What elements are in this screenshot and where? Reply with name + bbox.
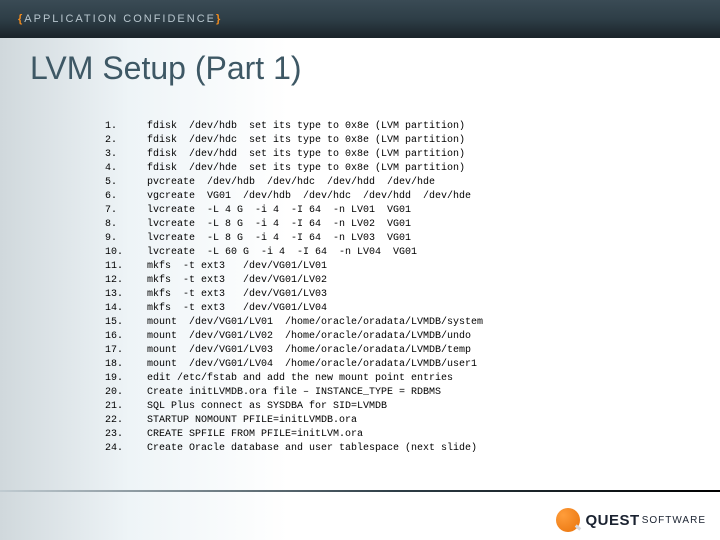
step-text: vgcreate VG01 /dev/hdb /dev/hdc /dev/hdd…: [147, 190, 471, 204]
header-bar: { APPLICATION CONFIDENCE }: [0, 0, 720, 38]
step-line: 9.lvcreate -L 8 G -i 4 -I 64 -n LV03 VG0…: [105, 232, 680, 246]
step-number: 7.: [105, 204, 147, 218]
step-line: 8.lvcreate -L 8 G -i 4 -I 64 -n LV02 VG0…: [105, 218, 680, 232]
step-text: lvcreate -L 4 G -i 4 -I 64 -n LV01 VG01: [147, 204, 411, 218]
step-number: 18.: [105, 358, 147, 372]
brace-close-icon: }: [216, 13, 222, 25]
step-text: SQL Plus connect as SYSDBA for SID=LVMDB: [147, 400, 387, 414]
step-number: 2.: [105, 134, 147, 148]
step-text: mount /dev/VG01/LV04 /home/oracle/oradat…: [147, 358, 477, 372]
step-line: 2.fdisk /dev/hdc set its type to 0x8e (L…: [105, 134, 680, 148]
step-text: mkfs -t ext3 /dev/VG01/LV01: [147, 260, 327, 274]
steps-list: 1.fdisk /dev/hdb set its type to 0x8e (L…: [105, 120, 680, 456]
step-line: 10.lvcreate -L 60 G -i 4 -I 64 -n LV04 V…: [105, 246, 680, 260]
step-text: lvcreate -L 8 G -i 4 -I 64 -n LV03 VG01: [147, 232, 411, 246]
step-number: 8.: [105, 218, 147, 232]
step-text: mount /dev/VG01/LV02 /home/oracle/oradat…: [147, 330, 471, 344]
step-number: 13.: [105, 288, 147, 302]
step-line: 23.CREATE SPFILE FROM PFILE=initLVM.ora: [105, 428, 680, 442]
step-number: 6.: [105, 190, 147, 204]
step-text: lvcreate -L 60 G -i 4 -I 64 -n LV04 VG01: [147, 246, 417, 260]
step-text: lvcreate -L 8 G -i 4 -I 64 -n LV02 VG01: [147, 218, 411, 232]
step-line: 12.mkfs -t ext3 /dev/VG01/LV02: [105, 274, 680, 288]
step-line: 16.mount /dev/VG01/LV02 /home/oracle/ora…: [105, 330, 680, 344]
step-text: mount /dev/VG01/LV01 /home/oracle/oradat…: [147, 316, 483, 330]
step-number: 10.: [105, 246, 147, 260]
step-number: 5.: [105, 176, 147, 190]
step-text: mkfs -t ext3 /dev/VG01/LV04: [147, 302, 327, 316]
step-text: fdisk /dev/hdc set its type to 0x8e (LVM…: [147, 134, 465, 148]
step-line: 14.mkfs -t ext3 /dev/VG01/LV04: [105, 302, 680, 316]
step-line: 5.pvcreate /dev/hdb /dev/hdc /dev/hdd /d…: [105, 176, 680, 190]
step-text: STARTUP NOMOUNT PFILE=initLVMDB.ora: [147, 414, 357, 428]
quest-logo: QUEST SOFTWARE: [556, 508, 706, 532]
step-text: fdisk /dev/hde set its type to 0x8e (LVM…: [147, 162, 465, 176]
step-line: 1.fdisk /dev/hdb set its type to 0x8e (L…: [105, 120, 680, 134]
step-number: 3.: [105, 148, 147, 162]
slide: { APPLICATION CONFIDENCE } LVM Setup (Pa…: [0, 0, 720, 540]
step-text: Create initLVMDB.ora file – INSTANCE_TYP…: [147, 386, 441, 400]
step-number: 19.: [105, 372, 147, 386]
step-number: 23.: [105, 428, 147, 442]
step-number: 14.: [105, 302, 147, 316]
step-number: 20.: [105, 386, 147, 400]
step-text: Create Oracle database and user tablespa…: [147, 442, 477, 456]
step-number: 24.: [105, 442, 147, 456]
step-number: 12.: [105, 274, 147, 288]
step-text: pvcreate /dev/hdb /dev/hdc /dev/hdd /dev…: [147, 176, 435, 190]
step-number: 16.: [105, 330, 147, 344]
step-line: 18.mount /dev/VG01/LV04 /home/oracle/ora…: [105, 358, 680, 372]
step-number: 22.: [105, 414, 147, 428]
step-text: mkfs -t ext3 /dev/VG01/LV03: [147, 288, 327, 302]
step-line: 4.fdisk /dev/hde set its type to 0x8e (L…: [105, 162, 680, 176]
confidentiality-label: APPLICATION CONFIDENCE: [24, 13, 216, 25]
footer: QUEST SOFTWARE: [0, 490, 720, 540]
step-text: fdisk /dev/hdd set its type to 0x8e (LVM…: [147, 148, 465, 162]
quest-q-icon: [556, 508, 580, 532]
step-line: 20.Create initLVMDB.ora file – INSTANCE_…: [105, 386, 680, 400]
step-text: mkfs -t ext3 /dev/VG01/LV02: [147, 274, 327, 288]
step-line: 11.mkfs -t ext3 /dev/VG01/LV01: [105, 260, 680, 274]
logo-text-main: QUEST: [586, 512, 640, 529]
step-text: CREATE SPFILE FROM PFILE=initLVM.ora: [147, 428, 363, 442]
step-line: 13.mkfs -t ext3 /dev/VG01/LV03: [105, 288, 680, 302]
logo-text-sub: SOFTWARE: [642, 515, 706, 526]
step-number: 9.: [105, 232, 147, 246]
step-number: 4.: [105, 162, 147, 176]
step-line: 21.SQL Plus connect as SYSDBA for SID=LV…: [105, 400, 680, 414]
step-line: 17.mount /dev/VG01/LV03 /home/oracle/ora…: [105, 344, 680, 358]
step-text: edit /etc/fstab and add the new mount po…: [147, 372, 453, 386]
step-line: 19.edit /etc/fstab and add the new mount…: [105, 372, 680, 386]
step-text: mount /dev/VG01/LV03 /home/oracle/oradat…: [147, 344, 471, 358]
step-line: 24.Create Oracle database and user table…: [105, 442, 680, 456]
step-number: 21.: [105, 400, 147, 414]
slide-title: LVM Setup (Part 1): [30, 50, 302, 87]
step-line: 6.vgcreate VG01 /dev/hdb /dev/hdc /dev/h…: [105, 190, 680, 204]
step-line: 3.fdisk /dev/hdd set its type to 0x8e (L…: [105, 148, 680, 162]
step-line: 22.STARTUP NOMOUNT PFILE=initLVMDB.ora: [105, 414, 680, 428]
step-line: 15.mount /dev/VG01/LV01 /home/oracle/ora…: [105, 316, 680, 330]
footer-rule: [0, 490, 720, 492]
step-number: 11.: [105, 260, 147, 274]
step-number: 1.: [105, 120, 147, 134]
step-text: fdisk /dev/hdb set its type to 0x8e (LVM…: [147, 120, 465, 134]
step-line: 7.lvcreate -L 4 G -i 4 -I 64 -n LV01 VG0…: [105, 204, 680, 218]
step-number: 15.: [105, 316, 147, 330]
step-number: 17.: [105, 344, 147, 358]
